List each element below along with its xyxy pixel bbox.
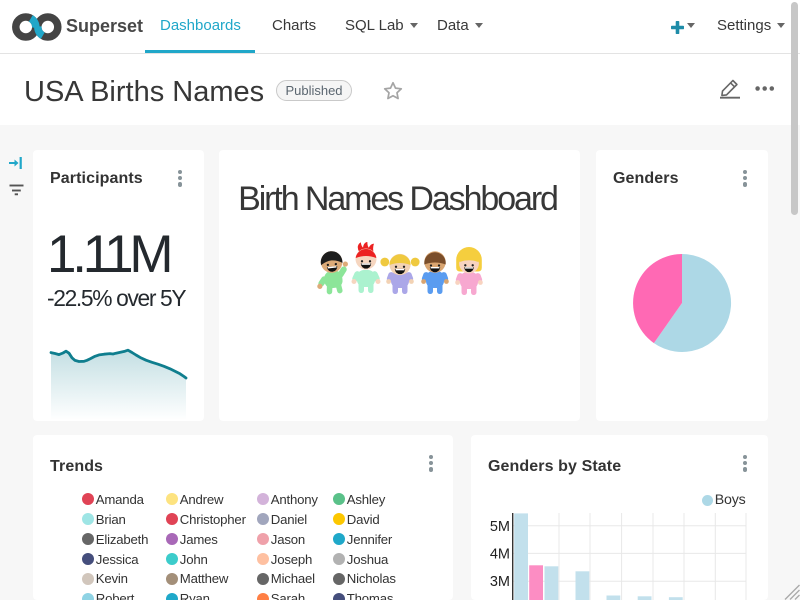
svg-text:5M: 5M <box>490 519 510 535</box>
svg-text:3M: 3M <box>490 574 510 590</box>
svg-text:4M: 4M <box>490 546 510 562</box>
